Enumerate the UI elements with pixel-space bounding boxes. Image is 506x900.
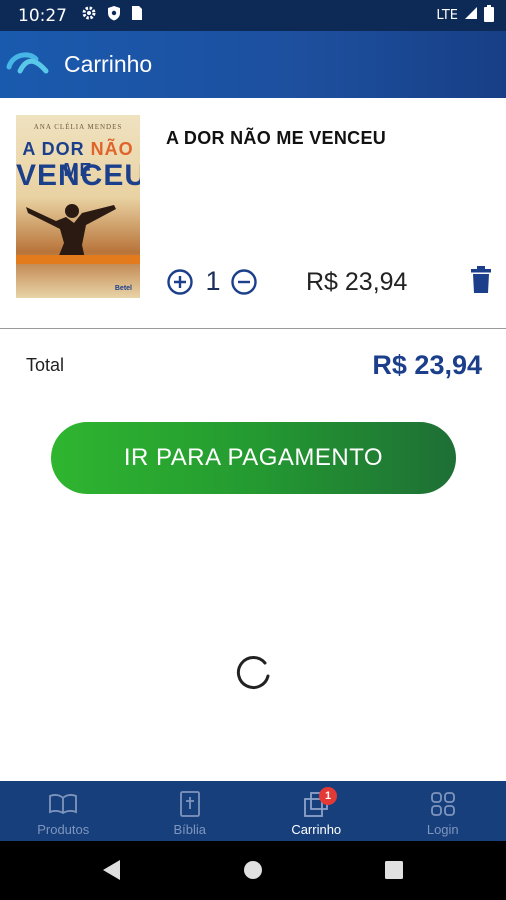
- total-label: Total: [26, 355, 65, 375]
- battery-icon: [484, 4, 494, 27]
- cart-item: ANA CLÉLIA MENDES A DOR NÃO ME VENCEU Be…: [0, 98, 506, 329]
- nav-label: Bíblia: [173, 822, 207, 837]
- signal-icon: [464, 6, 478, 25]
- quantity-stepper: 1: [166, 266, 258, 297]
- back-icon[interactable]: [100, 858, 122, 887]
- gear-icon: [81, 5, 97, 26]
- sim-card-icon: [131, 5, 143, 26]
- nav-item-login[interactable]: Login: [380, 781, 506, 841]
- app-bar: Carrinho: [0, 31, 506, 98]
- recents-icon[interactable]: [383, 858, 405, 887]
- item-title[interactable]: A DOR NÃO ME VENCEU: [166, 128, 386, 149]
- nav-item-carrinho[interactable]: 1 Carrinho: [253, 781, 380, 841]
- shield-icon: [107, 5, 121, 26]
- item-price: R$ 23,94: [306, 268, 408, 296]
- book-cover-strip: [16, 255, 140, 264]
- quantity-value: 1: [205, 266, 221, 296]
- cart-count-badge: 1: [319, 787, 337, 805]
- page-title: Carrinho: [64, 51, 153, 77]
- nav-label: Produtos: [37, 822, 90, 837]
- book-cover-image[interactable]: ANA CLÉLIA MENDES A DOR NÃO ME VENCEU Be…: [16, 115, 140, 298]
- network-type: LTE: [436, 8, 458, 23]
- total-value: R$ 23,94: [372, 350, 482, 380]
- book-publisher-logo: Betel: [114, 285, 132, 292]
- plus-circle-icon: [167, 268, 193, 295]
- book-cover-author: ANA CLÉLIA MENDES: [33, 123, 123, 131]
- bible-icon: [175, 789, 205, 819]
- system-navigation-bar: [0, 841, 506, 900]
- silhouette-illustration: [26, 204, 116, 263]
- decrease-quantity-button[interactable]: [230, 268, 258, 296]
- nav-item-biblia[interactable]: Bíblia: [127, 781, 254, 841]
- grid-icon: [428, 789, 458, 819]
- loading-spinner-icon: [234, 654, 272, 692]
- book-cover-title-line2: VENCEU: [16, 159, 140, 192]
- trash-icon: [471, 266, 491, 293]
- delete-item-button[interactable]: [468, 265, 494, 295]
- increase-quantity-button[interactable]: [166, 268, 194, 296]
- nav-label: Carrinho: [291, 822, 342, 837]
- app-logo-icon: [6, 49, 50, 80]
- home-icon[interactable]: [242, 858, 264, 887]
- status-bar: 10:27 LTE: [0, 0, 506, 31]
- open-book-icon: [48, 789, 78, 819]
- bottom-navigation: Produtos Bíblia 1 Carrinho Login: [0, 781, 506, 841]
- status-time: 10:27: [18, 5, 67, 26]
- checkout-button[interactable]: IR PARA PAGAMENTO: [51, 422, 456, 494]
- nav-item-produtos[interactable]: Produtos: [0, 781, 127, 841]
- minus-circle-icon: [231, 268, 257, 295]
- nav-label: Login: [426, 822, 459, 837]
